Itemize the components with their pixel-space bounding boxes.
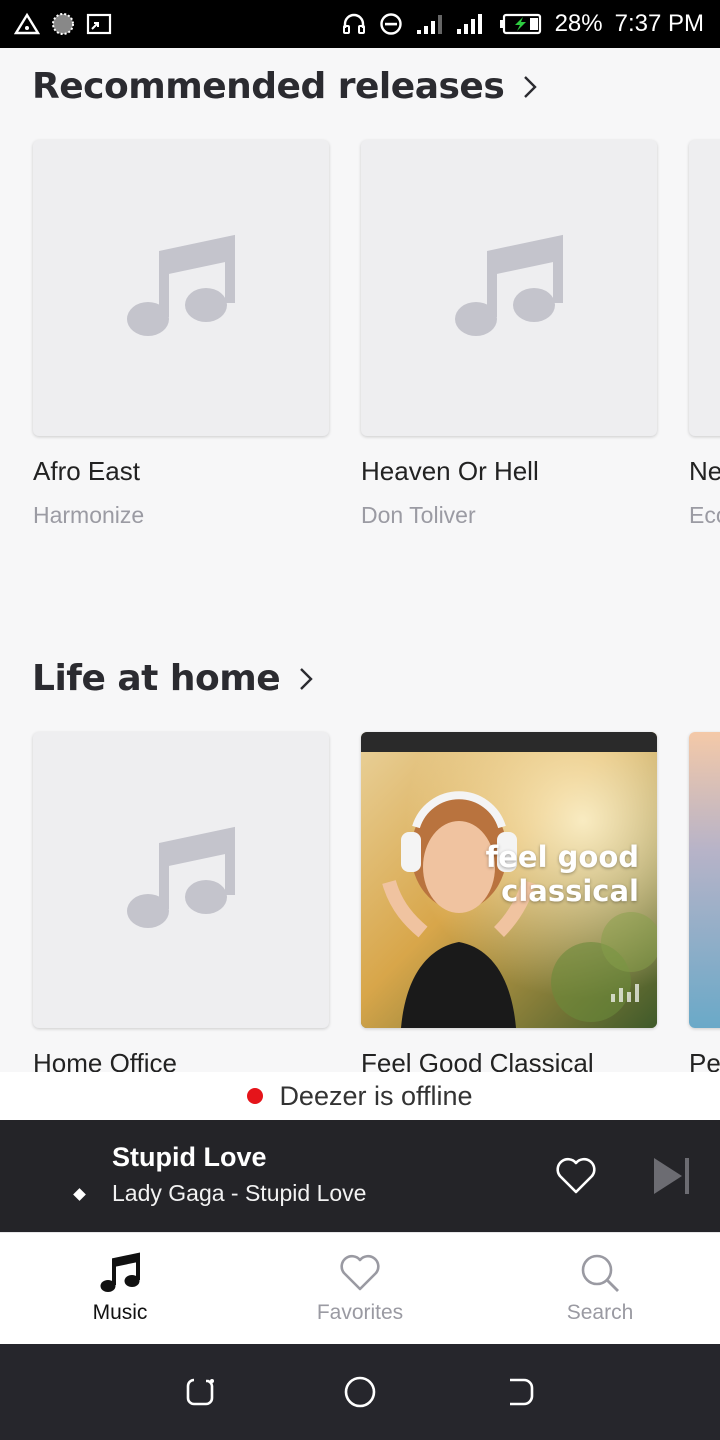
heart-icon [340,1254,380,1291]
section-header-life-at-home[interactable]: Life at home [32,658,314,699]
album-title[interactable]: Afro East [33,456,140,487]
playlist-title[interactable]: Feel Good Classical [361,1048,594,1072]
tab-favorites[interactable]: Favorites [240,1233,480,1344]
playlist-title[interactable]: Home Office [33,1048,177,1072]
album-title[interactable]: Heaven Or Hell [361,456,539,487]
bottom-tab-bar: Music Favorites Search [0,1232,720,1344]
track-title[interactable]: Stupid Love [112,1142,267,1173]
section-title: Recommended releases [32,66,505,107]
cover-text-line: classical [501,874,639,908]
music-note-icon [100,1252,140,1292]
home-circle-icon [344,1376,376,1408]
clock: 7:37 PM [614,10,704,37]
offline-dot-icon [247,1088,264,1104]
music-note-placeholder-icon [126,231,236,346]
album-artist[interactable]: Eco [689,502,720,529]
home-feed[interactable]: Recommended releases Afro East Harmonize… [0,48,720,1072]
playlist-title[interactable]: Pe [689,1048,720,1072]
status-bar: 28% 7:37 PM [0,0,720,48]
cover-text-line: feel good [485,840,639,874]
back-button[interactable] [504,1376,536,1408]
mini-player[interactable]: Stupid Love Lady Gaga - Stupid Love [0,1120,720,1232]
album-title[interactable]: Ne [689,456,720,487]
album-cover-partial[interactable] [689,140,720,436]
headphones-icon [341,12,367,36]
album-cover-heaven-or-hell[interactable] [361,140,657,436]
tab-label: Favorites [316,1301,404,1324]
do-not-disturb-icon [379,12,403,36]
signal-icon [415,12,443,36]
ring-icon [50,11,76,37]
cover-text: feel good classical [486,840,639,908]
playlist-cover-home-office[interactable] [33,732,329,1028]
playlist-cover-feel-good-classical[interactable]: feel good classical [361,732,657,1028]
section-header-recommended[interactable]: Recommended releases [32,66,538,107]
battery-charging-icon [499,12,543,36]
skip-next-button[interactable] [652,1156,692,1201]
cast-icon [86,12,112,36]
recents-icon [186,1378,214,1406]
recents-button[interactable] [184,1376,216,1408]
track-artist[interactable]: Lady Gaga - Stupid Love [112,1180,366,1207]
offline-text: Deezer is offline [279,1080,473,1111]
tab-label: Music [92,1301,148,1324]
playing-indicator-icon [73,1188,86,1201]
section-title: Life at home [32,658,281,699]
tab-search[interactable]: Search [480,1233,720,1344]
tab-label: Search [566,1301,634,1324]
system-nav-bar [0,1344,720,1440]
chevron-right-icon [298,666,314,692]
music-note-placeholder-icon [126,823,236,938]
warning-triangle-icon [14,12,40,36]
album-artist[interactable]: Don Toliver [361,502,476,529]
skip-next-icon [654,1158,689,1194]
music-note-placeholder-icon [454,231,564,346]
album-cover-afro-east[interactable] [33,140,329,436]
chevron-right-icon [522,74,538,100]
home-button[interactable] [343,1375,377,1409]
heart-icon [556,1157,596,1194]
signal-icon [455,12,487,36]
search-icon [581,1254,619,1292]
offline-banner: Deezer is offline [0,1072,720,1120]
battery-percent: 28% [554,10,603,37]
album-artist[interactable]: Harmonize [33,502,144,529]
favorite-button[interactable] [554,1156,598,1201]
back-icon [510,1378,534,1406]
tab-music[interactable]: Music [0,1233,240,1344]
playlist-cover-partial[interactable] [689,732,720,1028]
